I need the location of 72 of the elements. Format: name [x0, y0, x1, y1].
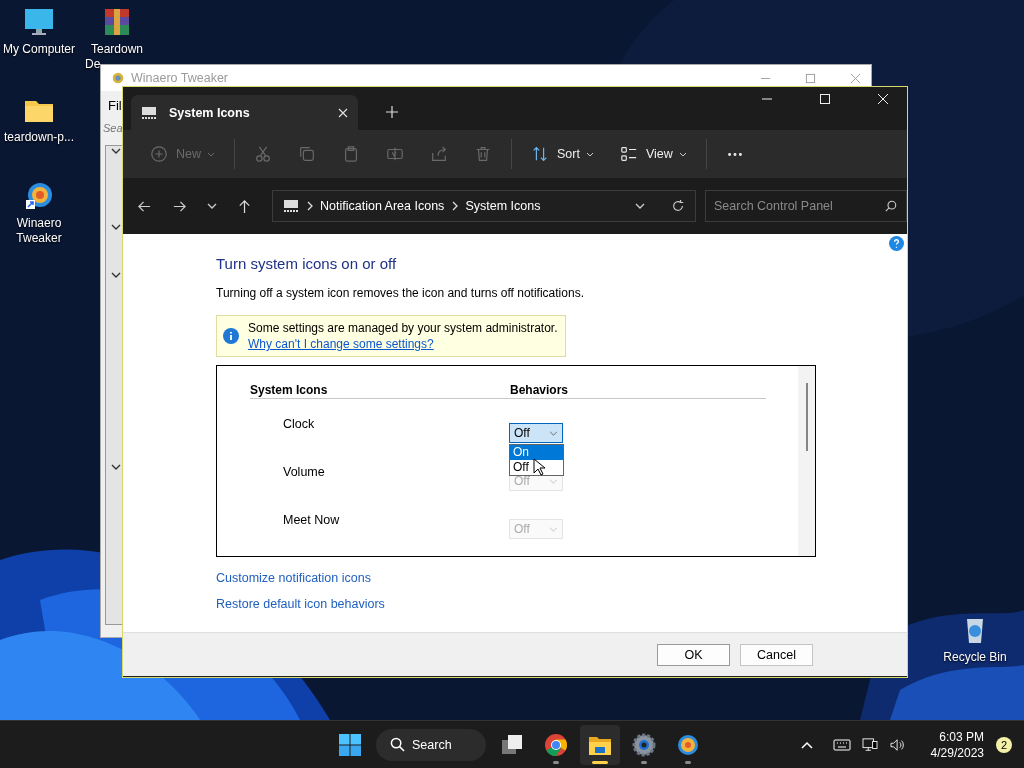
- icon-label: My Computer: [3, 42, 75, 57]
- task-link[interactable]: Customize notification icons: [216, 571, 371, 585]
- chevron-right-icon: [307, 201, 313, 211]
- task-view-icon: [500, 732, 524, 757]
- task-link[interactable]: Restore default icon behaviors: [216, 597, 385, 611]
- scrollbar[interactable]: [798, 366, 815, 556]
- icon-label: Winaero: [16, 216, 62, 231]
- notification-badge[interactable]: 2: [996, 736, 1012, 753]
- panel-icon: [141, 105, 157, 120]
- chevron-icon[interactable]: [111, 224, 121, 230]
- breadcrumb-item[interactable]: System Icons: [465, 199, 541, 213]
- sort-button[interactable]: Sort: [518, 137, 607, 171]
- windows-logo-icon[interactable]: [338, 732, 362, 757]
- column-header: Behaviors: [510, 383, 569, 397]
- help-link[interactable]: Why can't I change some settings?: [248, 337, 558, 351]
- up-icon[interactable]: [237, 198, 252, 214]
- search-icon: [885, 200, 897, 212]
- app-icon[interactable]: [23, 180, 55, 212]
- volume-icon[interactable]: [888, 737, 907, 752]
- icon-label: Tweaker: [16, 231, 62, 246]
- icon-label: teardown-p...: [3, 130, 74, 145]
- network-icon[interactable]: [860, 737, 879, 752]
- icon-name: Clock: [283, 417, 316, 433]
- address-bar[interactable]: Notification Area Icons System Icons: [272, 190, 696, 222]
- caret-icon: [549, 430, 558, 436]
- monitor-icon[interactable]: [23, 6, 55, 38]
- chevron-down-icon[interactable]: [635, 203, 645, 209]
- refresh-icon[interactable]: [671, 199, 685, 213]
- chevron-icon[interactable]: [111, 148, 121, 154]
- chevron-down-icon[interactable]: [207, 203, 217, 209]
- add-icon[interactable]: [386, 106, 398, 118]
- clock[interactable]: 6:03 PM 4/29/2023: [930, 728, 984, 761]
- caret-icon: [585, 151, 594, 157]
- browser-icon: [544, 732, 568, 757]
- breadcrumb-item[interactable]: Notification Area Icons: [320, 199, 445, 213]
- description-text: Turning off a system icon removes the icon and turns off notifications.: [216, 286, 584, 300]
- icon-name: Volume: [283, 465, 326, 481]
- search-field[interactable]: Search Control Panel: [705, 190, 907, 222]
- panel-icon: [283, 199, 299, 213]
- menu-item[interactable]: Fil: [108, 98, 122, 113]
- caret-icon: [678, 151, 687, 157]
- app-icon: [676, 732, 700, 757]
- search-icon: [390, 737, 405, 752]
- view-button[interactable]: View: [606, 137, 700, 171]
- files-app-button[interactable]: [580, 724, 620, 765]
- chevron-icon[interactable]: [111, 272, 121, 278]
- icon-name: Meet Now: [283, 513, 341, 529]
- keyboard-icon[interactable]: [832, 737, 851, 752]
- icon-label: Teardown: [91, 42, 143, 57]
- window-title: Winaero Tweaker: [131, 71, 229, 85]
- gear-icon: [632, 732, 656, 757]
- help-icon[interactable]: [889, 236, 904, 251]
- icon-label: Recycle Bin: [943, 650, 1007, 665]
- icon-label: De: [85, 57, 101, 72]
- tab[interactable]: System Icons: [131, 95, 358, 130]
- notice-text: Some settings are managed by your system administrator.: [248, 321, 558, 335]
- caret-icon: [207, 151, 215, 157]
- cancel-button[interactable]: Cancel: [740, 643, 813, 666]
- app-icon: [111, 71, 125, 85]
- filter-field[interactable]: Sea: [103, 122, 123, 134]
- info-icon: [223, 328, 239, 344]
- ok-button[interactable]: OK: [657, 643, 730, 666]
- chevron-up-icon[interactable]: [800, 740, 813, 749]
- caret-icon: [549, 478, 558, 484]
- chevron-icon[interactable]: [111, 464, 121, 470]
- caret-icon: [549, 526, 558, 532]
- search-button[interactable]: Search: [376, 728, 486, 761]
- chevron-right-icon: [452, 201, 459, 211]
- column-header: System Icons: [250, 383, 329, 397]
- behavior-dropdown[interactable]: Off: [509, 423, 563, 443]
- page-heading: Turn system icons on or off: [216, 255, 397, 272]
- dropdown-option[interactable]: On: [510, 445, 563, 460]
